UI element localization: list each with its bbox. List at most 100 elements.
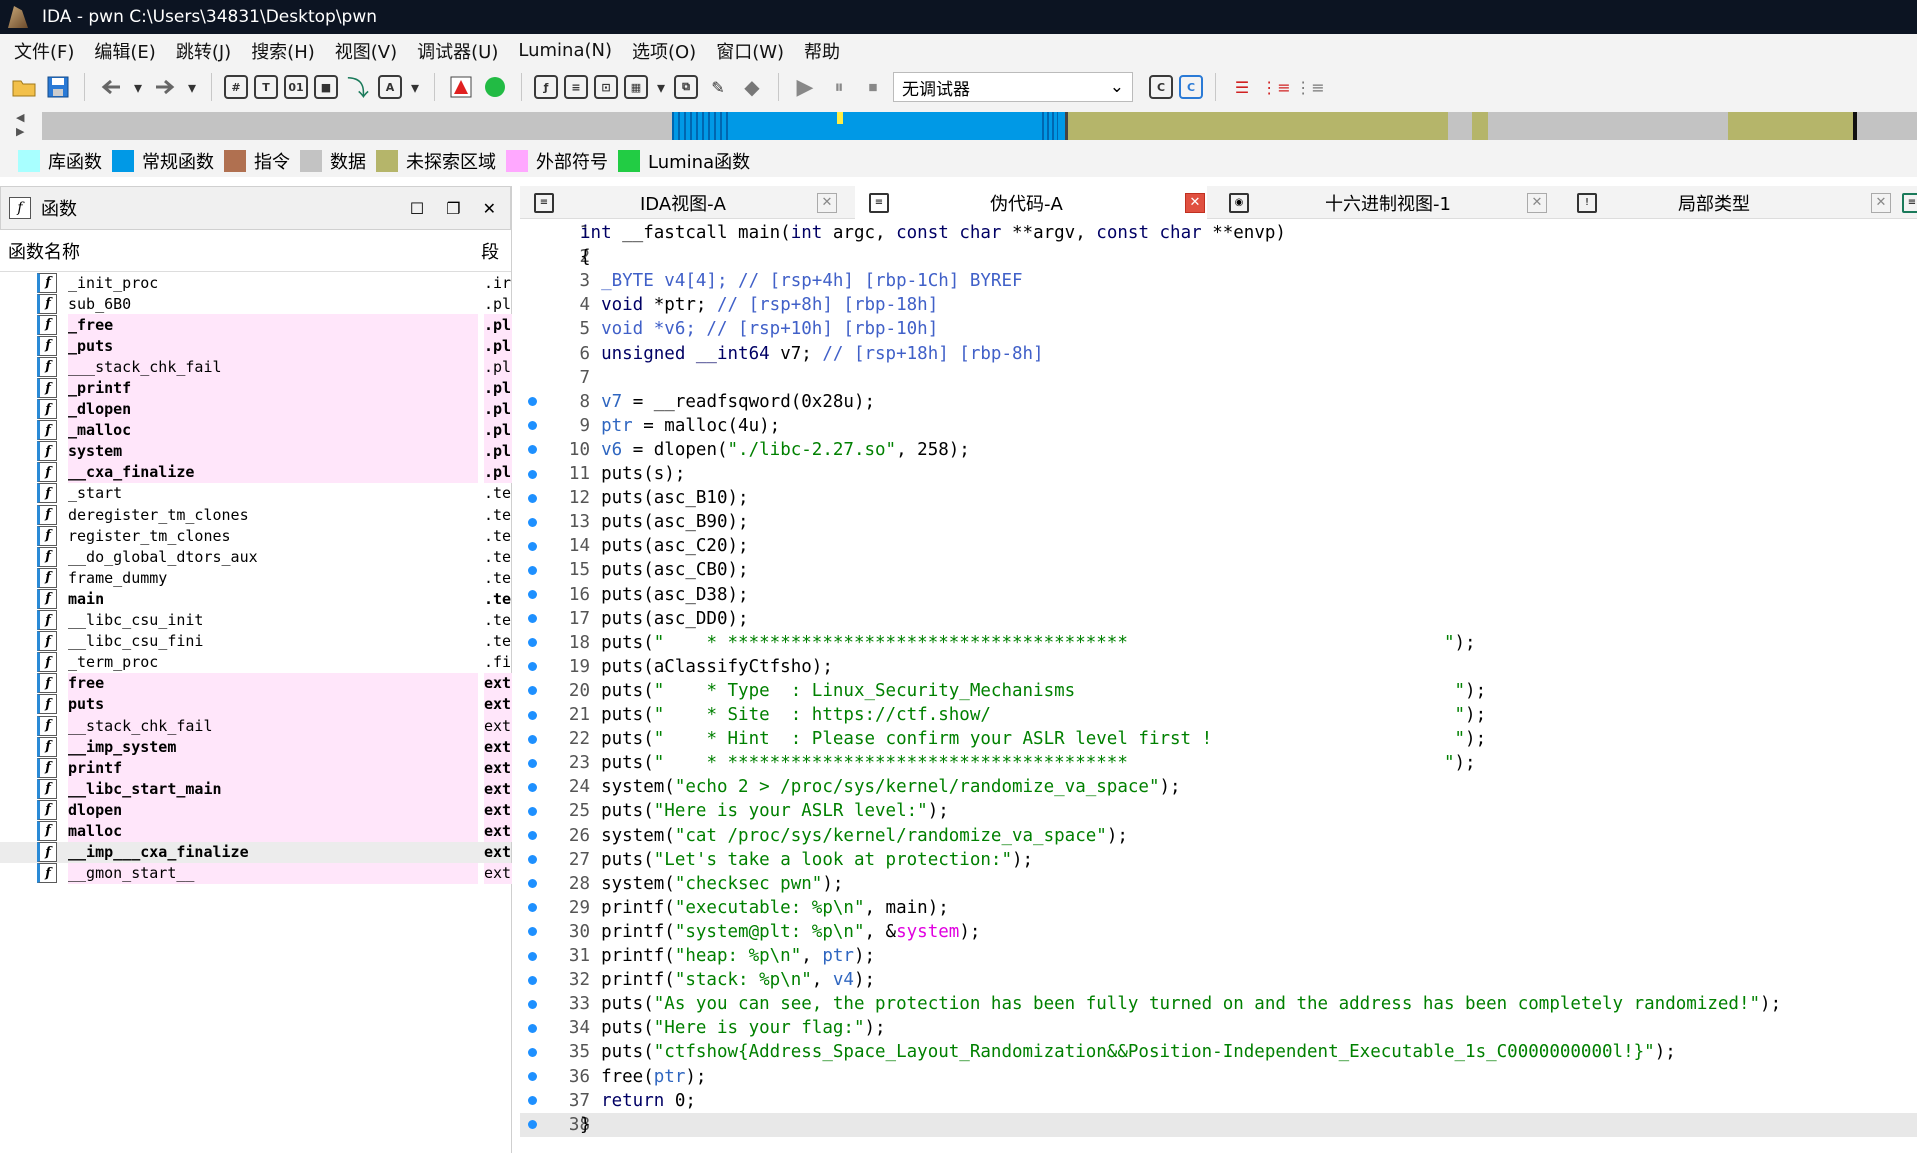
back-dropdown-icon[interactable]: ▾: [131, 73, 145, 101]
code-line[interactable]: 3 _BYTE v4[4]; // [rsp+4h] [rbp-1Ch] BYR…: [520, 269, 1917, 293]
function-row[interactable]: f malloc ext: [0, 820, 512, 842]
code-line[interactable]: 17 puts(asc_DD0);: [520, 607, 1917, 631]
breakpoint-dot-icon[interactable]: [528, 421, 537, 431]
text-view-icon[interactable]: T: [254, 75, 278, 99]
function-row[interactable]: f printf ext: [0, 757, 512, 779]
tab-close-icon[interactable]: ✕: [1527, 192, 1547, 213]
breakpoint-dot-icon[interactable]: [528, 782, 537, 792]
lumina-icon[interactable]: [481, 73, 509, 101]
code-line[interactable]: 27 puts("Let's take a look at protection…: [520, 848, 1917, 872]
breakpoint-dot-icon[interactable]: [528, 1023, 537, 1033]
menu-item[interactable]: 编辑(E): [84, 38, 165, 64]
create-struct-icon[interactable]: ≡: [564, 75, 588, 99]
menu-item[interactable]: 视图(V): [325, 38, 407, 64]
text-a-dropdown-icon[interactable]: ▾: [408, 73, 422, 101]
breakpoint-dot-icon[interactable]: [528, 999, 537, 1009]
function-row[interactable]: f free ext: [0, 672, 512, 694]
menu-item[interactable]: 文件(F): [4, 38, 84, 64]
breakpoint-dot-icon[interactable]: [528, 469, 537, 479]
code-line[interactable]: 20 puts(" * Type : Linux_Security_Mechan…: [520, 679, 1917, 703]
column-segment[interactable]: 段: [481, 238, 511, 264]
function-row[interactable]: f dlopen ext: [0, 799, 512, 821]
menu-item[interactable]: 调试器(U): [407, 38, 508, 64]
code-line[interactable]: 38}: [520, 1112, 1917, 1137]
back-arrow-icon[interactable]: [97, 73, 125, 101]
tab[interactable]: ◉ 十六进制视图-1 ✕: [1215, 186, 1555, 219]
breakpoint-dot-icon[interactable]: [528, 493, 537, 503]
code-line[interactable]: 11 puts(s);: [520, 462, 1917, 486]
menu-item[interactable]: 帮助: [794, 38, 850, 64]
code-line[interactable]: 30 printf("system@plt: %p\n", &system);: [520, 920, 1917, 944]
forward-dropdown-icon[interactable]: ▾: [185, 73, 199, 101]
code-line[interactable]: 4 void *ptr; // [rsp+8h] [rbp-18h]: [520, 293, 1917, 317]
forward-arrow-icon[interactable]: [151, 73, 179, 101]
breakpoint-dot-icon[interactable]: [528, 517, 537, 527]
text-a-icon[interactable]: A: [378, 75, 402, 99]
array-dropdown-icon[interactable]: ▾: [654, 73, 668, 101]
breakpoint-dot-icon[interactable]: [528, 614, 537, 624]
menu-item[interactable]: Lumina(N): [508, 40, 622, 61]
function-row[interactable]: f __imp___cxa_finalize ext: [0, 841, 511, 863]
save-icon[interactable]: [44, 73, 72, 101]
code-line[interactable]: 16 puts(asc_D38);: [520, 583, 1917, 607]
list-view-icon[interactable]: ☰: [1228, 73, 1256, 101]
function-row[interactable]: f __do_global_dtors_aux .te: [0, 546, 511, 567]
hex-view-icon[interactable]: 01: [284, 75, 308, 99]
code-line[interactable]: 10 v6 = dlopen("./libc-2.27.so", 258);: [520, 438, 1917, 462]
tab[interactable]: ! 局部类型 ✕: [1563, 186, 1898, 219]
tab[interactable]: ≡ IDA视图-A ✕: [520, 186, 848, 219]
open-folder-icon[interactable]: [10, 73, 38, 101]
code-line[interactable]: 14 puts(asc_C20);: [520, 534, 1917, 558]
code-line[interactable]: 8 v7 = __readfsqword(0x28u);: [520, 390, 1917, 414]
code-line[interactable]: 13 puts(asc_B90);: [520, 510, 1917, 534]
code-line[interactable]: 29 printf("executable: %p\n", main);: [520, 896, 1917, 920]
close-icon[interactable]: ✕: [483, 199, 496, 218]
menu-item[interactable]: 跳转(J): [166, 38, 241, 64]
nav-scroll-arrows-icon[interactable]: ◀ ▶: [16, 111, 36, 143]
stop-icon[interactable]: ⏹: [859, 73, 887, 101]
tab-close-icon[interactable]: ✕: [817, 192, 837, 213]
function-row[interactable]: f _start .te: [0, 483, 511, 504]
breakpoint-dot-icon[interactable]: [528, 662, 537, 672]
function-row[interactable]: f deregister_tm_clones .te: [0, 504, 511, 525]
function-row[interactable]: f __stack_chk_fail ext: [0, 714, 512, 737]
code-line[interactable]: 5 void *v6; // [rsp+10h] [rbp-10h]: [520, 317, 1917, 341]
breakpoint-icon[interactable]: [447, 73, 475, 101]
function-row[interactable]: f register_tm_clones .te: [0, 525, 511, 546]
breakpoint-dot-icon[interactable]: [528, 710, 537, 720]
code-line[interactable]: 1 int __fastcall main(int argc, const cha…: [520, 221, 1917, 245]
breakpoint-dot-icon[interactable]: [528, 445, 537, 455]
breakpoint-dot-icon[interactable]: [528, 565, 537, 575]
decompile-refresh-icon[interactable]: C: [1179, 75, 1203, 99]
restore-icon[interactable]: ❐: [446, 199, 460, 218]
menu-item[interactable]: 窗口(W): [706, 38, 794, 64]
edit-icon[interactable]: ✎: [704, 73, 732, 101]
breakpoint-dot-icon[interactable]: [528, 590, 537, 599]
function-row[interactable]: f _puts .pl: [0, 335, 512, 357]
breakpoint-dot-icon[interactable]: [528, 831, 537, 840]
diamond-icon[interactable]: ◆: [738, 73, 766, 101]
code-line[interactable]: 37 return 0;: [520, 1089, 1917, 1113]
breakpoint-dot-icon[interactable]: [528, 855, 537, 865]
create-function-icon[interactable]: ƒ: [534, 75, 558, 99]
breakpoint-dot-icon[interactable]: [528, 879, 537, 889]
code-line[interactable]: 28 system("checksec pwn");: [520, 872, 1917, 896]
function-row[interactable]: f _dlopen .pl: [0, 398, 512, 420]
stop-view-icon[interactable]: ■: [314, 75, 338, 99]
code-line[interactable]: 24 system("echo 2 > /proc/sys/kernel/ran…: [520, 775, 1917, 799]
breakpoint-dot-icon[interactable]: [528, 1096, 537, 1106]
create-enum-icon[interactable]: ⊡: [594, 75, 618, 99]
function-row[interactable]: f system .pl: [0, 440, 512, 462]
debugger-select[interactable]: 无调试器 ⌄: [893, 72, 1133, 102]
code-line[interactable]: 22 puts(" * Hint : Please confirm your A…: [520, 727, 1917, 751]
code-line[interactable]: 34 puts("Here is your flag:");: [520, 1016, 1917, 1040]
function-row[interactable]: f puts ext: [0, 693, 512, 715]
function-row[interactable]: f _printf .pl: [0, 377, 512, 399]
breakpoint-dot-icon[interactable]: [528, 1072, 537, 1081]
function-row[interactable]: f ___stack_chk_fail .pl: [0, 356, 512, 378]
tab[interactable]: ≡ 伪代码-A ✕: [855, 186, 1207, 219]
menu-item[interactable]: 搜索(H): [241, 38, 325, 64]
breakpoint-dot-icon[interactable]: [528, 541, 537, 551]
code-line[interactable]: 9 ptr = malloc(4u);: [520, 414, 1917, 438]
code-line[interactable]: 2{: [520, 245, 1917, 269]
